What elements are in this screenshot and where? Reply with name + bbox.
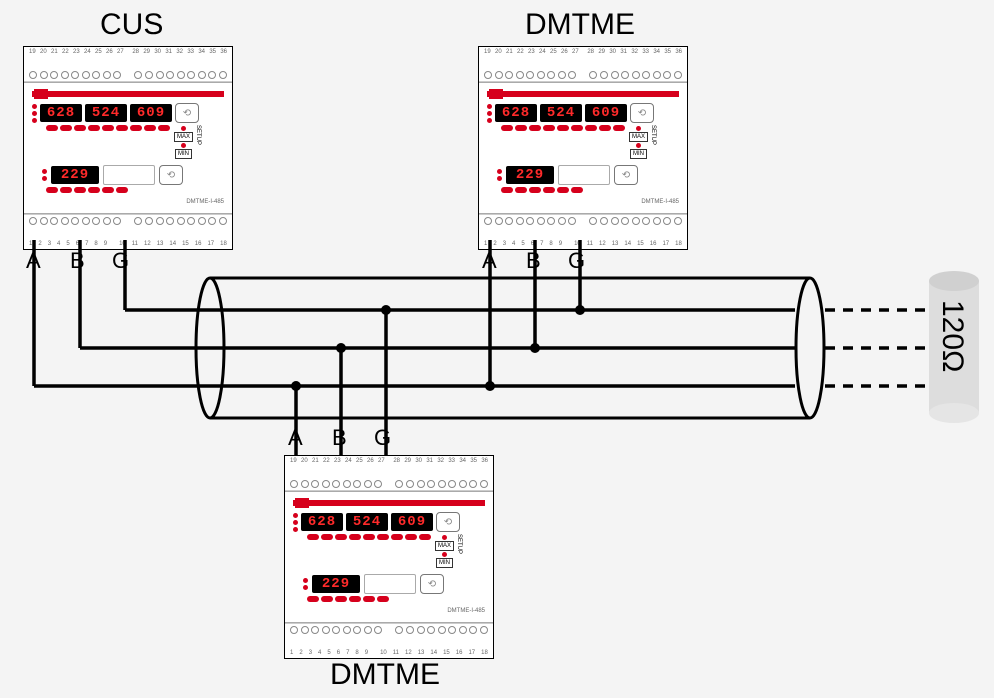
wire-label-g: G (568, 248, 585, 274)
wire-label-g: G (374, 425, 391, 451)
wire-label-b: B (526, 248, 541, 274)
cycle-button[interactable]: ⟲ (614, 165, 638, 185)
seven-seg-display: 524 (346, 513, 388, 531)
wire-label-a: A (288, 425, 303, 451)
wire-label-a: A (482, 248, 497, 274)
cycle-button[interactable]: ⟲ (436, 512, 460, 532)
device-title: DMTME (525, 8, 635, 42)
cycle-button[interactable]: ⟲ (159, 165, 183, 185)
seven-seg-display: 229 (506, 166, 554, 184)
seven-seg-display: 524 (540, 104, 582, 122)
model-label: DMTME-I-485 (487, 199, 679, 205)
min-button[interactable]: MIN (175, 149, 192, 159)
seven-seg-display: 628 (40, 104, 82, 122)
cycle-button[interactable]: ⟲ (420, 574, 444, 594)
seven-seg-display: 628 (495, 104, 537, 122)
device-dmtme-top: 192021222324252627282930313233343536 6285… (478, 46, 688, 250)
seven-seg-display: 609 (585, 104, 627, 122)
max-button[interactable]: MAX (629, 132, 648, 142)
wire-label-g: G (112, 248, 129, 274)
setup-label: SETUP (650, 125, 656, 159)
device-title: CUS (100, 8, 163, 42)
min-button[interactable]: MIN (630, 149, 647, 159)
seven-seg-display: 524 (85, 104, 127, 122)
model-label: DMTME-I-485 (293, 608, 485, 614)
min-button[interactable]: MIN (436, 558, 453, 568)
terminal-strip-top: 192021222324252627282930313233343536 (24, 47, 232, 82)
terminal-strip-top: 192021222324252627282930313233343536 (479, 47, 687, 82)
model-label: DMTME-I-485 (32, 199, 224, 205)
wire-label-b: B (332, 425, 347, 451)
setup-label: SETUP (195, 125, 201, 159)
device-title: DMTME (330, 658, 440, 692)
device-face: 628524609⟲MAXMINSETUP229⟲DMTME-I-485 (479, 82, 687, 214)
terminal-strip-bottom: 123456789101112131415161718 (479, 214, 687, 249)
max-button[interactable]: MAX (435, 541, 454, 551)
device-cus: 192021222324252627282930313233343536 6285… (23, 46, 233, 250)
wire-label-b: B (70, 248, 85, 274)
seven-seg-display: 609 (130, 104, 172, 122)
seven-seg-display: 609 (391, 513, 433, 531)
seven-seg-display: 229 (312, 575, 360, 593)
cycle-button[interactable]: ⟲ (175, 103, 199, 123)
max-button[interactable]: MAX (174, 132, 193, 142)
terminator-label: 120Ω (935, 300, 969, 372)
device-face: 628524609⟲MAXMINSETUP229⟲DMTME-I-485 (24, 82, 232, 214)
terminal-strip-bottom: 123456789101112131415161718 (285, 623, 493, 658)
cycle-button[interactable]: ⟲ (630, 103, 654, 123)
seven-seg-display: 229 (51, 166, 99, 184)
terminal-strip-top: 192021222324252627282930313233343536 (285, 456, 493, 491)
wire-label-a: A (26, 248, 41, 274)
terminal-strip-bottom: 123456789101112131415161718 (24, 214, 232, 249)
device-dmtme-bottom: 192021222324252627282930313233343536 6285… (284, 455, 494, 659)
seven-seg-display: 628 (301, 513, 343, 531)
setup-label: SETUP (456, 534, 462, 568)
device-face: 628524609⟲MAXMINSETUP229⟲DMTME-I-485 (285, 491, 493, 623)
